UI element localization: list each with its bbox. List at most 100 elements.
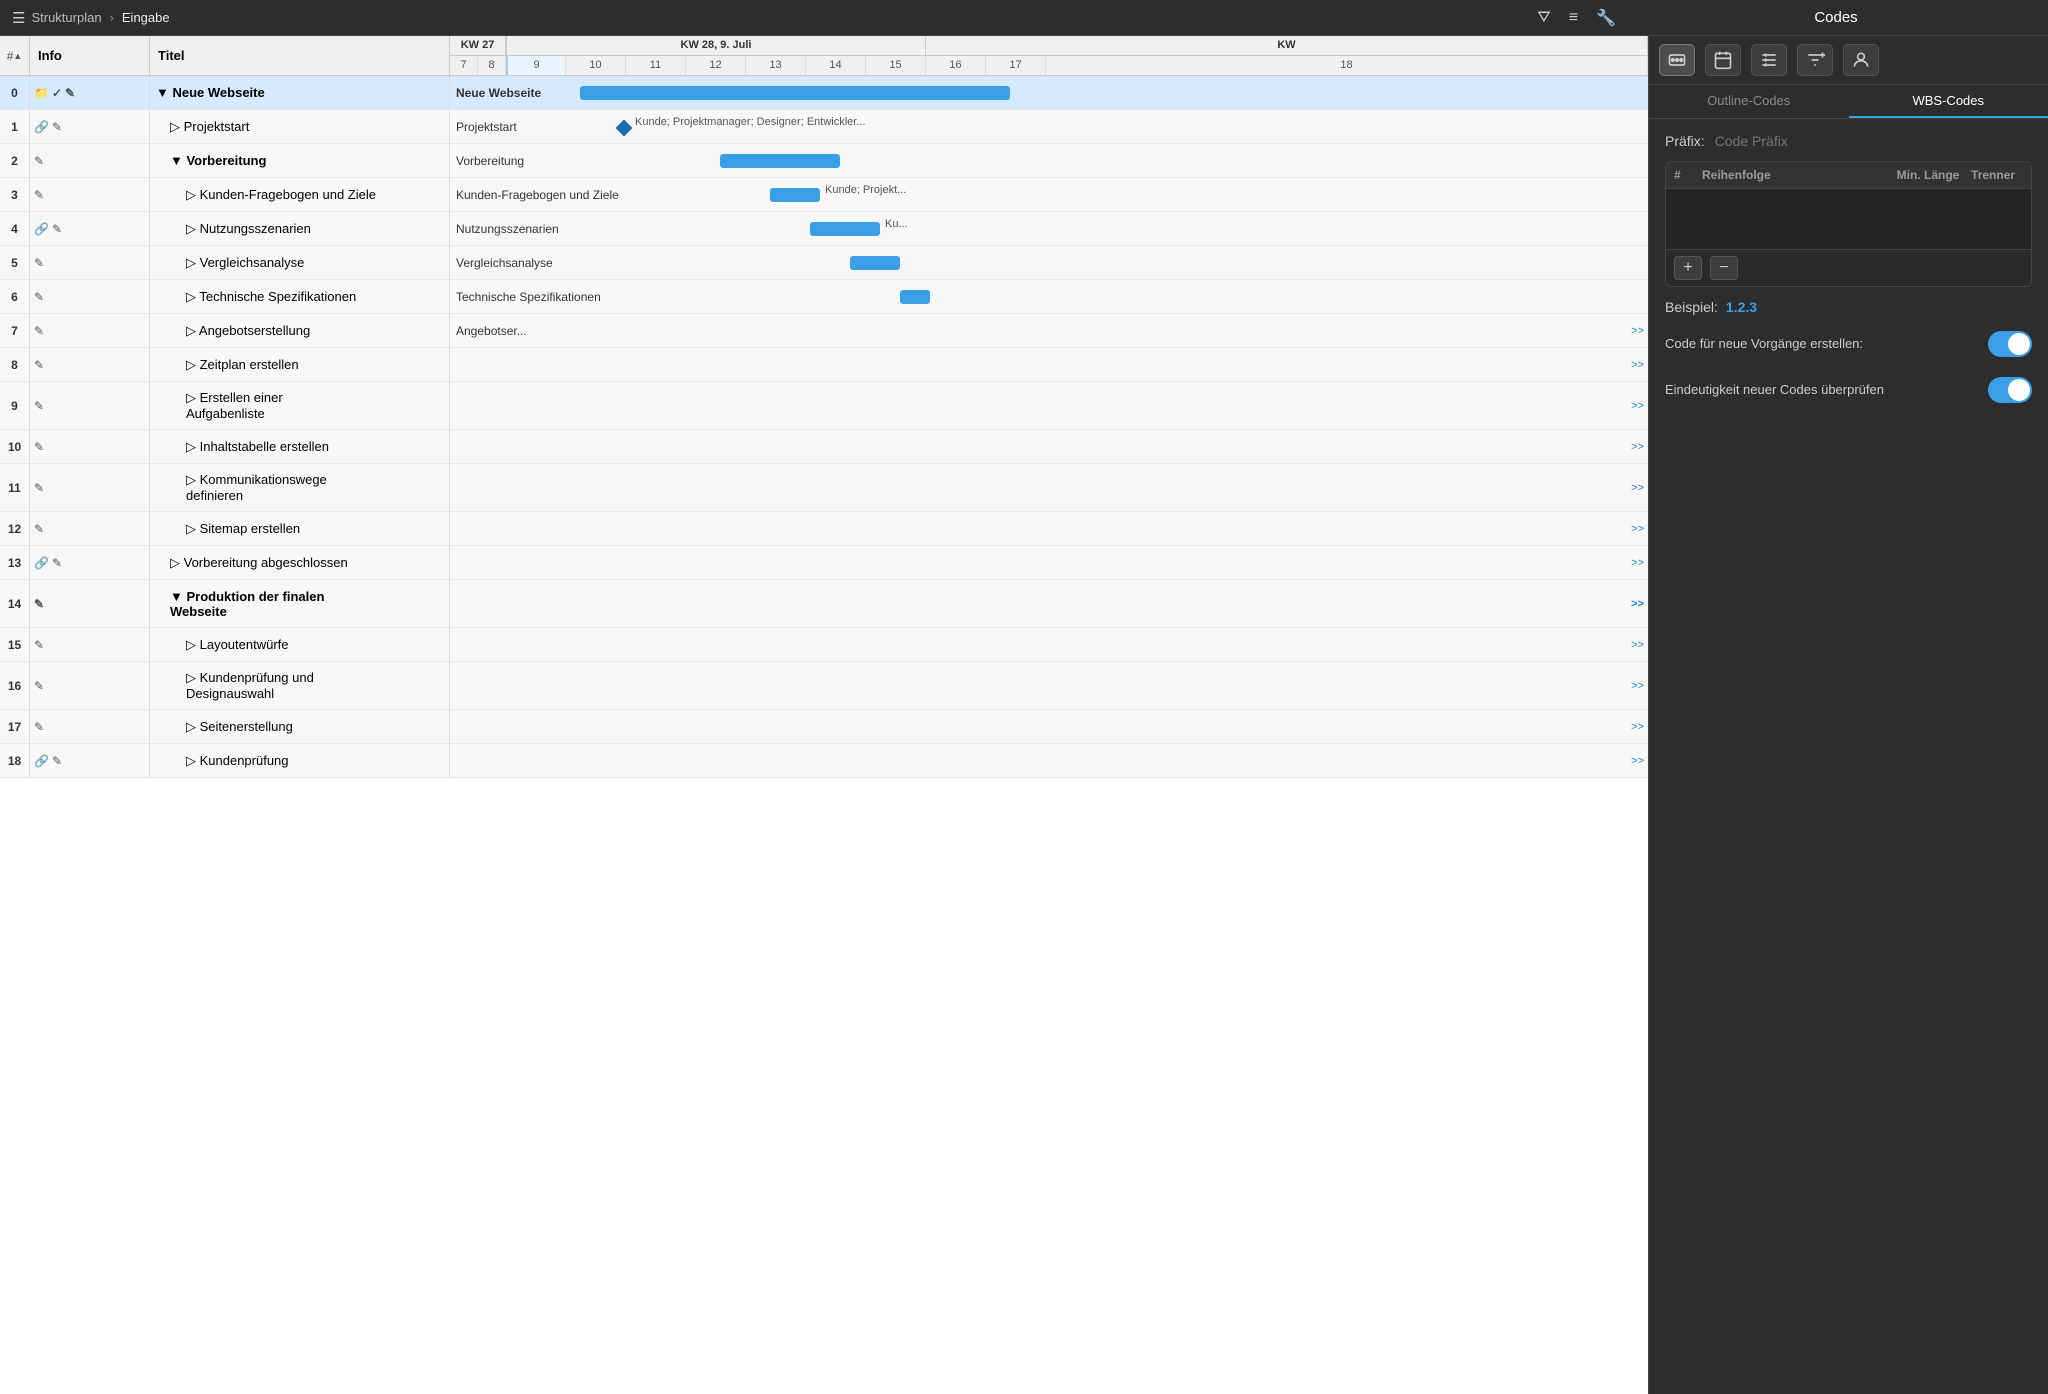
table-row: 4 🔗 ✎ ▷ Nutzungsszenarien Nutzungsszenar…: [0, 212, 1648, 246]
edit-icon[interactable]: ✎: [34, 290, 44, 304]
edit-icon[interactable]: ✎: [34, 522, 44, 536]
toolbar-btn-keys[interactable]: [1659, 44, 1695, 76]
edit-icon[interactable]: ✎: [34, 679, 44, 693]
row-title-17: ▷ Seitenerstellung: [150, 710, 450, 743]
codes-content: Präfix: # Reihenfolge Min. Länge Trenner: [1649, 119, 2048, 1394]
breadcrumb-eingabe[interactable]: Eingabe: [122, 10, 170, 25]
day-18: 18: [1046, 56, 1648, 75]
edit-icon[interactable]: ✎: [34, 358, 44, 372]
remove-code-button[interactable]: −: [1710, 256, 1738, 280]
edit-icon[interactable]: ✎: [34, 720, 44, 734]
add-code-button[interactable]: +: [1674, 256, 1702, 280]
row-title-11: ▷ Kommunikationswege definieren: [150, 464, 450, 511]
edit-icon[interactable]: ✎: [34, 256, 44, 270]
edit-icon[interactable]: ✎: [34, 481, 44, 495]
row-title-9: ▷ Erstellen einer Aufgabenliste: [150, 382, 450, 429]
gantt-arrow-10: >>: [1631, 441, 1644, 453]
table-row: 15 ✎ ▷ Layoutentwürfe >>: [0, 628, 1648, 662]
toolbar-btn-list[interactable]: [1751, 44, 1787, 76]
row-num-0: 0: [0, 76, 30, 109]
example-value: 1.2.3: [1726, 299, 1757, 315]
gantt-arrow-15: >>: [1631, 639, 1644, 651]
gantt-label-1: Projektstart: [456, 120, 517, 134]
row-gantt-16: >>: [450, 662, 1648, 709]
row-info-9: ✎: [30, 382, 150, 429]
row-gantt-4: Nutzungsszenarien Ku...: [450, 212, 1648, 245]
gantt-bar-6: [900, 290, 930, 304]
filter-icon[interactable]: ⛛: [1537, 9, 1550, 27]
top-bar: ☰ Strukturplan › Eingabe ⛛ ≡ 🔧 Codes: [0, 0, 2048, 36]
table-body[interactable]: 0 📁 ✓ ✎ ▼ Neue Webseite Neue Webseite 1 …: [0, 76, 1648, 1394]
row-info-1: 🔗 ✎: [30, 110, 150, 143]
tab-wbs-codes[interactable]: WBS-Codes: [1849, 85, 2048, 118]
row-num-2: 2: [0, 144, 30, 177]
edit-icon[interactable]: ✎: [52, 556, 62, 570]
row-gantt-11: >>: [450, 464, 1648, 511]
row-num-6: 6: [0, 280, 30, 313]
gantt-arrow-11: >>: [1631, 482, 1644, 494]
edit-icon[interactable]: ✎: [34, 324, 44, 338]
row-num-18: 18: [0, 744, 30, 777]
edit-icon[interactable]: ✎: [34, 638, 44, 652]
edit-icon[interactable]: ✎: [34, 597, 44, 611]
toolbar-btn-filter[interactable]: [1797, 44, 1833, 76]
col-header-min-laenge: Min. Länge: [1893, 168, 1963, 182]
toggle-unique-codes[interactable]: [1988, 377, 2032, 403]
example-row: Beispiel: 1.2.3: [1665, 299, 2032, 315]
row-info-7: ✎: [30, 314, 150, 347]
row-gantt-5: Vergleichsanalyse: [450, 246, 1648, 279]
row-num-15: 15: [0, 628, 30, 661]
toolbar-btn-calendar[interactable]: [1705, 44, 1741, 76]
gantt-label-4: Nutzungsszenarien: [456, 222, 559, 236]
toolbar-btn-user[interactable]: [1843, 44, 1879, 76]
edit-icon[interactable]: ✎: [34, 188, 44, 202]
breadcrumb-separator: ›: [110, 10, 114, 25]
gantt-arrow-12: >>: [1631, 523, 1644, 535]
row-title-3: ▷ Kunden-Fragebogen und Ziele: [150, 178, 450, 211]
edit-icon[interactable]: ✎: [34, 440, 44, 454]
num-label: #: [7, 49, 14, 63]
edit-icon[interactable]: ✎: [34, 399, 44, 413]
gantt-arrow-7: >>: [1631, 325, 1644, 337]
row-gantt-14: >>: [450, 580, 1648, 627]
toggle-label-new-codes: Code für neue Vorgänge erstellen:: [1665, 336, 1863, 353]
toggle-new-codes[interactable]: [1988, 331, 2032, 357]
edit-icon[interactable]: ✎: [52, 222, 62, 236]
breadcrumb-strukturplan[interactable]: Strukturplan: [31, 10, 101, 25]
title-label: Titel: [158, 48, 185, 63]
row-title-1: ▷ Projektstart: [150, 110, 450, 143]
wrench-icon[interactable]: 🔧: [1596, 8, 1616, 28]
edit-icon[interactable]: ✎: [52, 120, 62, 134]
edit-icon[interactable]: ✎: [52, 754, 62, 768]
menu-icon[interactable]: ☰: [12, 9, 25, 27]
row-info-3: ✎: [30, 178, 150, 211]
day-11: 11: [626, 56, 686, 75]
table-row: 18 🔗 ✎ ▷ Kundenprüfung >>: [0, 744, 1648, 778]
gantt-arrow-13: >>: [1631, 557, 1644, 569]
right-panel: Outline-Codes WBS-Codes Präfix: # Reihen…: [1648, 36, 2048, 1394]
day-16: 16: [926, 56, 986, 75]
prefix-row: Präfix:: [1665, 133, 2032, 149]
edit-icon[interactable]: ✎: [34, 154, 44, 168]
edit-icon[interactable]: ✎: [65, 86, 75, 100]
toggle-row-unique-codes: Eindeutigkeit neuer Codes überprüfen: [1665, 373, 2032, 407]
week-kw28: KW 28, 9. Juli: [506, 36, 926, 55]
day-12: 12: [686, 56, 746, 75]
row-title-12: ▷ Sitemap erstellen: [150, 512, 450, 545]
day-17: 17: [986, 56, 1046, 75]
gantt-bar-0: [580, 86, 1010, 100]
row-num-12: 12: [0, 512, 30, 545]
gantt-res-label: Kunde; Projektmanager; Designer; Entwick…: [635, 116, 866, 128]
gantt-header: KW 27 KW 28, 9. Juli KW 7 8 9 10 11 12 1…: [450, 36, 1648, 75]
row-title-6: ▷ Technische Spezifikationen: [150, 280, 450, 313]
prefix-input[interactable]: [1715, 133, 2032, 149]
check-icon: ✓: [52, 86, 62, 100]
col-title-header: Titel: [150, 36, 450, 75]
outline-icon[interactable]: ≡: [1569, 9, 1578, 27]
right-toolbar: [1649, 36, 2048, 85]
tab-outline-codes[interactable]: Outline-Codes: [1649, 85, 1849, 118]
sort-icon[interactable]: ▲: [13, 51, 22, 61]
gantt-arrow-17: >>: [1631, 721, 1644, 733]
row-title-14: ▼ Produktion der finalen Webseite: [150, 580, 450, 627]
row-title-18: ▷ Kundenprüfung: [150, 744, 450, 777]
